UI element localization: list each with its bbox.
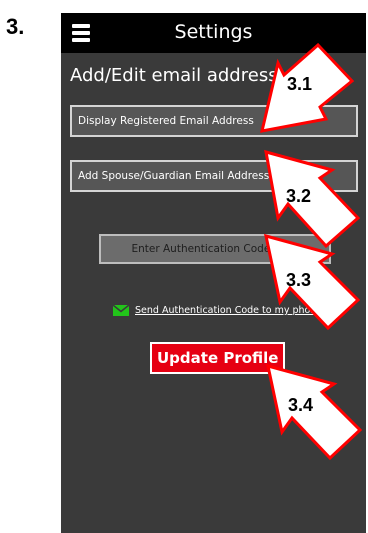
callout-3-3: 3.3 [262, 232, 366, 332]
callout-label-3-3: 3.3 [286, 270, 312, 290]
update-profile-label: Update Profile [157, 349, 279, 367]
registered-email-text: Display Registered Email Address [78, 115, 254, 127]
callout-label-3-2: 3.2 [286, 186, 312, 206]
spouse-email-placeholder: Add Spouse/Guardian Email Address [78, 170, 270, 182]
callout-label-3-4: 3.4 [288, 395, 314, 415]
callout-arrow-3-4-icon [266, 363, 363, 461]
envelope-icon [113, 305, 129, 316]
callout-arrow-3-1-icon [260, 42, 355, 133]
callout-arrow-3-3-icon [264, 233, 361, 331]
callout-3-1: 3.1 [258, 42, 368, 138]
section-title: Add/Edit email address [70, 65, 278, 86]
callout-label-3-1: 3.1 [287, 74, 313, 94]
step-number: 3. [6, 14, 25, 39]
header-title: Settings [174, 21, 253, 43]
callout-3-4: 3.4 [264, 362, 366, 462]
